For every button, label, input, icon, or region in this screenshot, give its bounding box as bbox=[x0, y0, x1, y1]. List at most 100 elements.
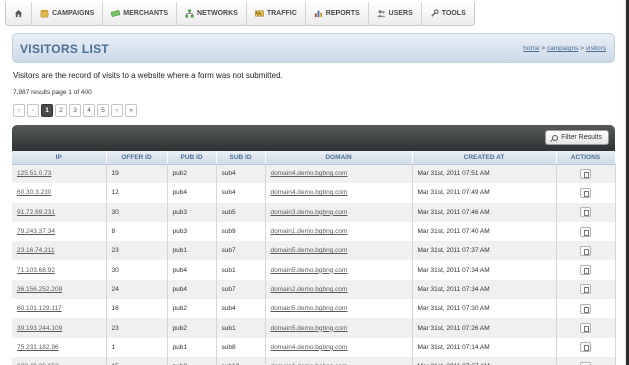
cell-sub-id: sub5 bbox=[216, 202, 266, 222]
ip-link[interactable]: 23.16.74.211 bbox=[17, 247, 54, 254]
cell-pub-id: pub4 bbox=[167, 279, 217, 300]
cell-actions bbox=[556, 356, 616, 365]
ip-link[interactable]: 36.156.252.209 bbox=[17, 286, 62, 293]
cell-pub-id: pub1 bbox=[167, 241, 217, 261]
domain-link[interactable]: domain1.demo.bgbng.com bbox=[271, 228, 348, 235]
cell-created-at: Mar 31st, 2011 07:37 AM bbox=[412, 241, 557, 261]
cell-offer-id: 23 bbox=[106, 318, 168, 338]
domain-link[interactable]: domain5.demo.bgbng.com bbox=[271, 247, 348, 254]
domain-link[interactable]: domain4.demo.bgbng.com bbox=[271, 170, 348, 177]
cell-offer-id: 15 bbox=[106, 356, 168, 365]
cell-sub-id: sub1 bbox=[216, 318, 266, 338]
ip-link[interactable]: 60.101.129.117 bbox=[17, 305, 62, 312]
cell-actions bbox=[556, 279, 616, 300]
cell-sub-id: sub8 bbox=[216, 337, 266, 357]
cell-domain: domain5.demo.bgbng.com bbox=[265, 260, 413, 280]
page-button-3[interactable]: 3 bbox=[69, 104, 81, 117]
cell-sub-id: sub7 bbox=[216, 241, 266, 261]
cell-pub-id: pub3 bbox=[167, 221, 217, 242]
view-details-icon[interactable] bbox=[580, 342, 591, 353]
view-details-icon[interactable] bbox=[580, 303, 591, 314]
column-header-sub-id[interactable]: SUB ID bbox=[216, 151, 266, 165]
nav-reports[interactable]: REPORTS bbox=[306, 2, 369, 25]
domain-link[interactable]: domain5.demo.bgbng.com bbox=[271, 267, 348, 274]
domain-link[interactable]: domain4.demo.bgbng.com bbox=[271, 344, 348, 351]
first-page-button[interactable]: « bbox=[13, 104, 25, 117]
results-count: 7,987 results page 1 of 400 bbox=[13, 89, 92, 96]
cell-ip: 75.231.182.96 bbox=[12, 337, 107, 357]
ip-link[interactable]: 125.51.0.73 bbox=[17, 170, 51, 177]
column-header-pub-id[interactable]: PUB ID bbox=[167, 151, 217, 165]
ip-link[interactable]: 60.30.3.230 bbox=[17, 189, 51, 196]
cell-sub-id: sub4 bbox=[216, 299, 266, 319]
view-details-icon[interactable] bbox=[580, 187, 591, 198]
page-button-2[interactable]: 2 bbox=[55, 104, 67, 117]
page-button-5[interactable]: 5 bbox=[97, 104, 109, 117]
view-details-icon[interactable] bbox=[580, 284, 591, 295]
ip-link[interactable]: 91.72.69.231 bbox=[17, 209, 55, 216]
breadcrumb-separator: > bbox=[539, 45, 547, 52]
ip-link[interactable]: 39.193.244.109 bbox=[17, 325, 62, 332]
cell-actions bbox=[556, 299, 616, 319]
cell-created-at: Mar 31st, 2011 07:34 AM bbox=[412, 279, 557, 300]
domain-link[interactable]: domain4.demo.bgbng.com bbox=[271, 189, 348, 196]
breadcrumb: home > campaigns > visitors bbox=[523, 45, 606, 52]
cell-pub-id: pub4 bbox=[167, 260, 217, 280]
column-header-offer-id[interactable]: OFFER ID bbox=[106, 151, 168, 165]
cell-offer-id: 23 bbox=[106, 241, 168, 261]
top-navigation: CAMPAIGNS MERCHANTS NETWORKS TRAFFIC REP… bbox=[5, 2, 475, 26]
column-header-ip[interactable]: IP bbox=[12, 151, 107, 165]
domain-link[interactable]: domain5.demo.bgbng.com bbox=[271, 305, 348, 312]
view-details-icon[interactable] bbox=[580, 265, 591, 276]
cell-ip: 91.72.69.231 bbox=[12, 202, 107, 222]
breadcrumb-separator: > bbox=[578, 45, 586, 52]
view-details-icon[interactable] bbox=[580, 168, 591, 179]
nav-users[interactable]: USERS bbox=[369, 2, 422, 25]
cell-sub-id: sub4 bbox=[216, 164, 266, 184]
next-page-button[interactable]: › bbox=[111, 104, 123, 117]
view-details-icon[interactable] bbox=[580, 226, 591, 237]
prev-page-button[interactable]: ‹ bbox=[27, 104, 39, 117]
column-header-created-at[interactable]: CREATED AT bbox=[412, 151, 557, 165]
ip-link[interactable]: 75.231.182.96 bbox=[17, 344, 59, 351]
campaigns-icon bbox=[40, 9, 49, 18]
nav-merchants[interactable]: MERCHANTS bbox=[103, 2, 177, 25]
breadcrumb-home[interactable]: home bbox=[523, 45, 539, 52]
view-details-icon[interactable] bbox=[580, 245, 591, 256]
cell-offer-id: 19 bbox=[106, 164, 168, 184]
filter-results-button[interactable]: Filter Results bbox=[545, 130, 609, 145]
nav-home[interactable] bbox=[6, 2, 32, 25]
last-page-button[interactable]: » bbox=[125, 104, 137, 117]
nav-traffic[interactable]: TRAFFIC bbox=[247, 2, 306, 25]
ip-link[interactable]: 71.103.68.92 bbox=[17, 267, 55, 274]
column-header-domain[interactable]: DOMAIN bbox=[265, 151, 413, 165]
domain-link[interactable]: domain3.demo.bgbng.com bbox=[271, 209, 348, 216]
traffic-icon bbox=[255, 10, 264, 17]
cell-domain: domain2.demo.bgbng.com bbox=[265, 279, 413, 300]
cell-ip: 36.156.252.209 bbox=[12, 279, 107, 300]
chart-icon bbox=[314, 10, 322, 18]
view-details-icon[interactable] bbox=[580, 361, 591, 365]
cell-domain: domain1.demo.bgbng.com bbox=[265, 221, 413, 242]
nav-campaigns[interactable]: CAMPAIGNS bbox=[32, 2, 104, 25]
nav-tools[interactable]: TOOLS bbox=[422, 2, 474, 25]
table-row: 103.40.28.15315pub3sub10domain1.demo.bgb… bbox=[12, 356, 616, 365]
view-details-icon[interactable] bbox=[580, 207, 591, 218]
cell-actions bbox=[556, 337, 616, 357]
view-details-icon[interactable] bbox=[580, 323, 591, 334]
ip-link[interactable]: 79.243.37.34 bbox=[17, 228, 55, 235]
page-button-4[interactable]: 4 bbox=[83, 104, 95, 117]
cell-created-at: Mar 31st, 2011 07:46 AM bbox=[412, 202, 557, 222]
cell-offer-id: 16 bbox=[106, 299, 168, 319]
network-icon bbox=[185, 9, 194, 18]
cell-ip: 125.51.0.73 bbox=[12, 164, 107, 184]
breadcrumb-campaigns[interactable]: campaigns bbox=[547, 45, 578, 52]
breadcrumb-visitors[interactable]: visitors bbox=[586, 45, 606, 52]
cell-domain: domain5.demo.bgbng.com bbox=[265, 318, 413, 338]
domain-link[interactable]: domain2.demo.bgbng.com bbox=[271, 286, 348, 293]
domain-link[interactable]: domain5.demo.bgbng.com bbox=[271, 325, 348, 332]
cell-created-at: Mar 31st, 2011 07:40 AM bbox=[412, 221, 557, 242]
cell-pub-id: pub2 bbox=[167, 318, 217, 338]
page-button-1[interactable]: 1 bbox=[41, 104, 53, 117]
nav-networks[interactable]: NETWORKS bbox=[177, 2, 247, 25]
